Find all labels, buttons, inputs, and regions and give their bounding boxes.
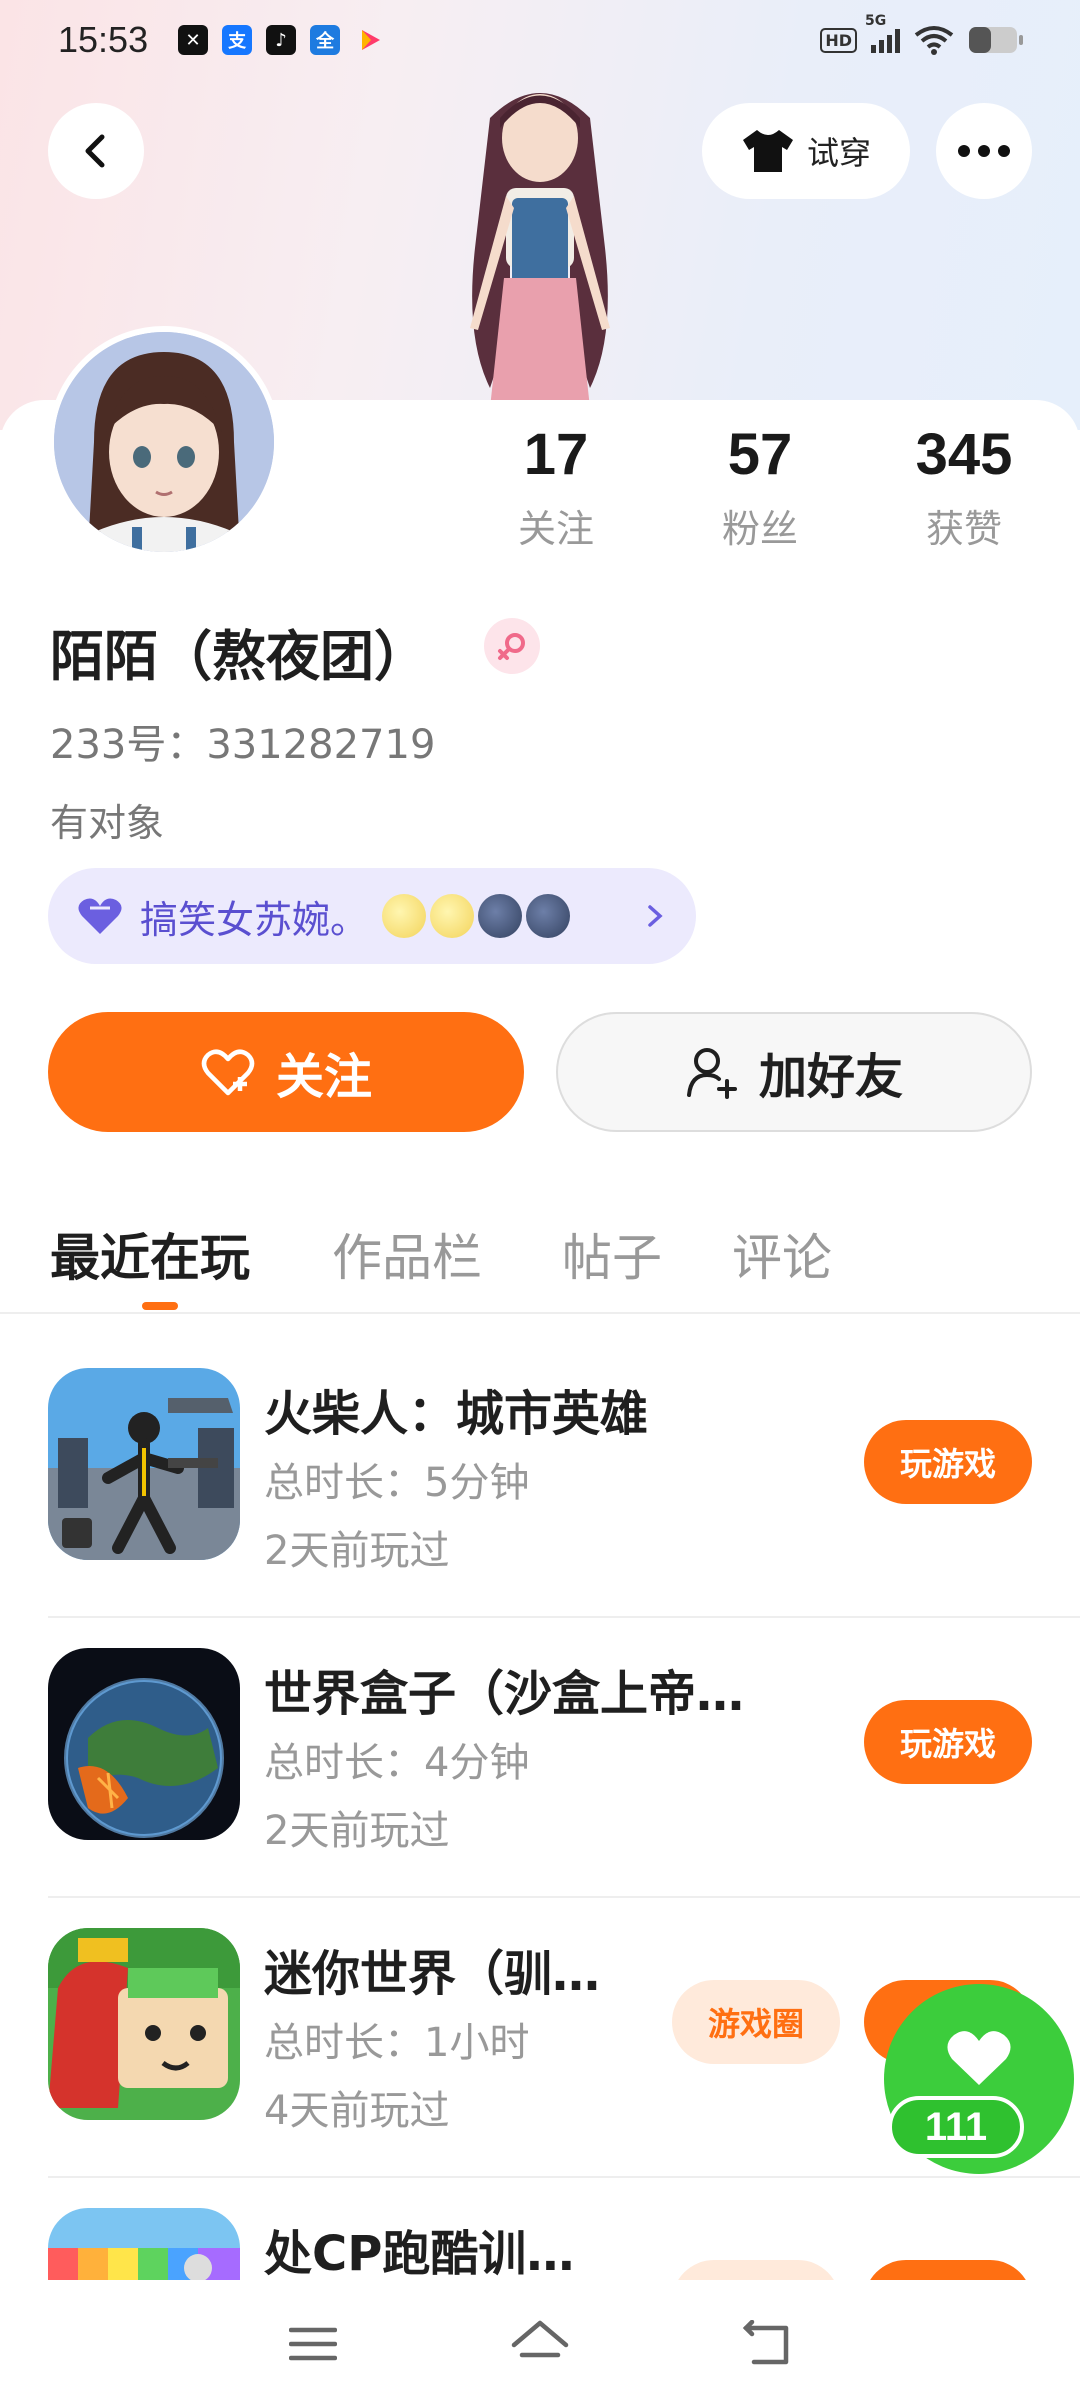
stat-likes-label: 获赞	[925, 507, 1002, 551]
tab-posts[interactable]: 帖子	[562, 1218, 662, 1290]
signature-text: 搞笑女苏婉。	[140, 897, 369, 942]
stat-likes-count: 345	[915, 422, 1013, 487]
battery-icon	[968, 25, 1024, 55]
heart-plus-icon	[201, 1049, 255, 1096]
add-user-icon	[686, 1048, 737, 1099]
capcut-icon: ✕	[178, 25, 209, 55]
game-duration: 总时长：1小时	[264, 2020, 530, 2066]
alipay-icon: 支	[222, 25, 253, 55]
tabs-divider	[0, 1312, 1080, 1314]
system-nav-bar	[0, 2280, 1080, 2408]
try-on-button[interactable]: 试穿	[702, 103, 910, 199]
follow-label: 关注	[275, 1049, 372, 1105]
game-last-played: 2天前玩过	[264, 1528, 450, 1574]
follow-button[interactable]: 关注	[48, 1012, 524, 1132]
list-item[interactable]: 世界盒子（沙盒上帝… 总时长：4分钟 2天前玩过 玩游戏	[0, 1618, 1080, 1898]
game-title: 迷你世界（驯…	[264, 1946, 601, 2002]
signature-pill[interactable]: 搞笑女苏婉。	[48, 868, 696, 964]
new-moon-face-emoji	[526, 894, 571, 938]
play-game-button[interactable]: 玩游戏	[864, 1700, 1032, 1784]
add-friend-label: 加好友	[758, 1049, 903, 1105]
user-id: 233号：331282719	[50, 722, 436, 768]
game-icon-parkour	[48, 2208, 240, 2280]
avatar-character-figure[interactable]	[420, 78, 660, 408]
stat-fans-count: 57	[727, 422, 793, 487]
more-button[interactable]	[936, 103, 1032, 199]
game-icon-stickman	[48, 1368, 240, 1560]
status-app-icons: ✕ 支 ♪ 全	[178, 25, 384, 55]
female-icon	[484, 618, 540, 674]
game-icon-mini-world	[48, 1928, 240, 2120]
home-icon	[511, 2320, 569, 2358]
stat-following-count: 17	[523, 422, 589, 487]
quanmin-icon: 全	[310, 25, 341, 55]
list-item[interactable]: 火柴人：城市英雄 总时长：5分钟 2天前玩过 玩游戏	[0, 1338, 1080, 1618]
new-moon-face-emoji	[478, 894, 523, 938]
game-last-played: 4天前玩过	[264, 2088, 450, 2134]
relationship-status: 有对象	[50, 801, 165, 845]
tab-recently-played[interactable]: 最近在玩	[50, 1218, 250, 1290]
play-game-button[interactable]	[864, 2260, 1032, 2280]
stat-following[interactable]: 17 关注	[476, 420, 636, 553]
chevron-right-icon	[648, 905, 663, 927]
chevron-left-icon	[85, 134, 105, 168]
stat-following-label: 关注	[517, 507, 594, 551]
game-title: 世界盒子（沙盒上帝…	[264, 1666, 745, 1722]
home-nav-button[interactable]	[500, 2304, 580, 2384]
profile-name: 陌陌（熬夜团）	[50, 625, 428, 688]
game-last-played: 2天前玩过	[264, 1808, 450, 1854]
hd-icon: HD	[820, 27, 857, 53]
try-on-label: 试穿	[806, 134, 871, 172]
back-icon	[742, 2320, 788, 2365]
status-bar: 15:53 ✕ 支 ♪ 全 HD 5G	[0, 0, 1080, 80]
more-icon	[958, 145, 1010, 157]
game-circle-button[interactable]	[672, 2260, 840, 2280]
signal-icon: 5G	[865, 13, 900, 53]
game-title: 火柴人：城市英雄	[264, 1386, 649, 1442]
game-icon-worldbox	[48, 1648, 240, 1840]
tiktok-icon: ♪	[266, 25, 297, 55]
stat-fans[interactable]: 57 粉丝	[680, 420, 840, 553]
game-circle-button[interactable]: 游戏圈	[672, 1980, 840, 2064]
heart-icon	[947, 2031, 1011, 2085]
game-title: 处CP跑酷训…	[264, 2226, 575, 2280]
menu-icon	[289, 2327, 338, 2361]
stat-likes[interactable]: 345 获赞	[884, 420, 1044, 553]
add-friend-button[interactable]: 加好友	[556, 1012, 1032, 1132]
moon-face-emoji	[382, 894, 427, 938]
purple-heart-icon	[78, 898, 122, 934]
video-icon	[354, 25, 384, 55]
back-nav-button[interactable]	[727, 2304, 807, 2384]
tab-comments[interactable]: 评论	[732, 1218, 832, 1290]
tab-indicator	[142, 1302, 178, 1310]
wifi-icon	[914, 25, 954, 55]
play-game-button[interactable]: 玩游戏	[864, 1420, 1032, 1504]
game-duration: 总时长：5分钟	[264, 1460, 530, 1506]
back-button[interactable]	[48, 103, 144, 199]
moon-face-emoji	[430, 894, 475, 938]
list-item[interactable]: 处CP跑酷训…	[0, 2178, 1080, 2280]
tab-works[interactable]: 作品栏	[332, 1218, 482, 1290]
avatar[interactable]	[48, 326, 280, 558]
menu-nav-button[interactable]	[273, 2304, 353, 2384]
like-count-badge: 111	[888, 2096, 1024, 2158]
game-duration: 总时长：4分钟	[264, 1740, 530, 1786]
status-time: 15:53	[58, 19, 149, 60]
stat-fans-label: 粉丝	[721, 507, 798, 551]
tshirt-icon	[742, 130, 793, 172]
